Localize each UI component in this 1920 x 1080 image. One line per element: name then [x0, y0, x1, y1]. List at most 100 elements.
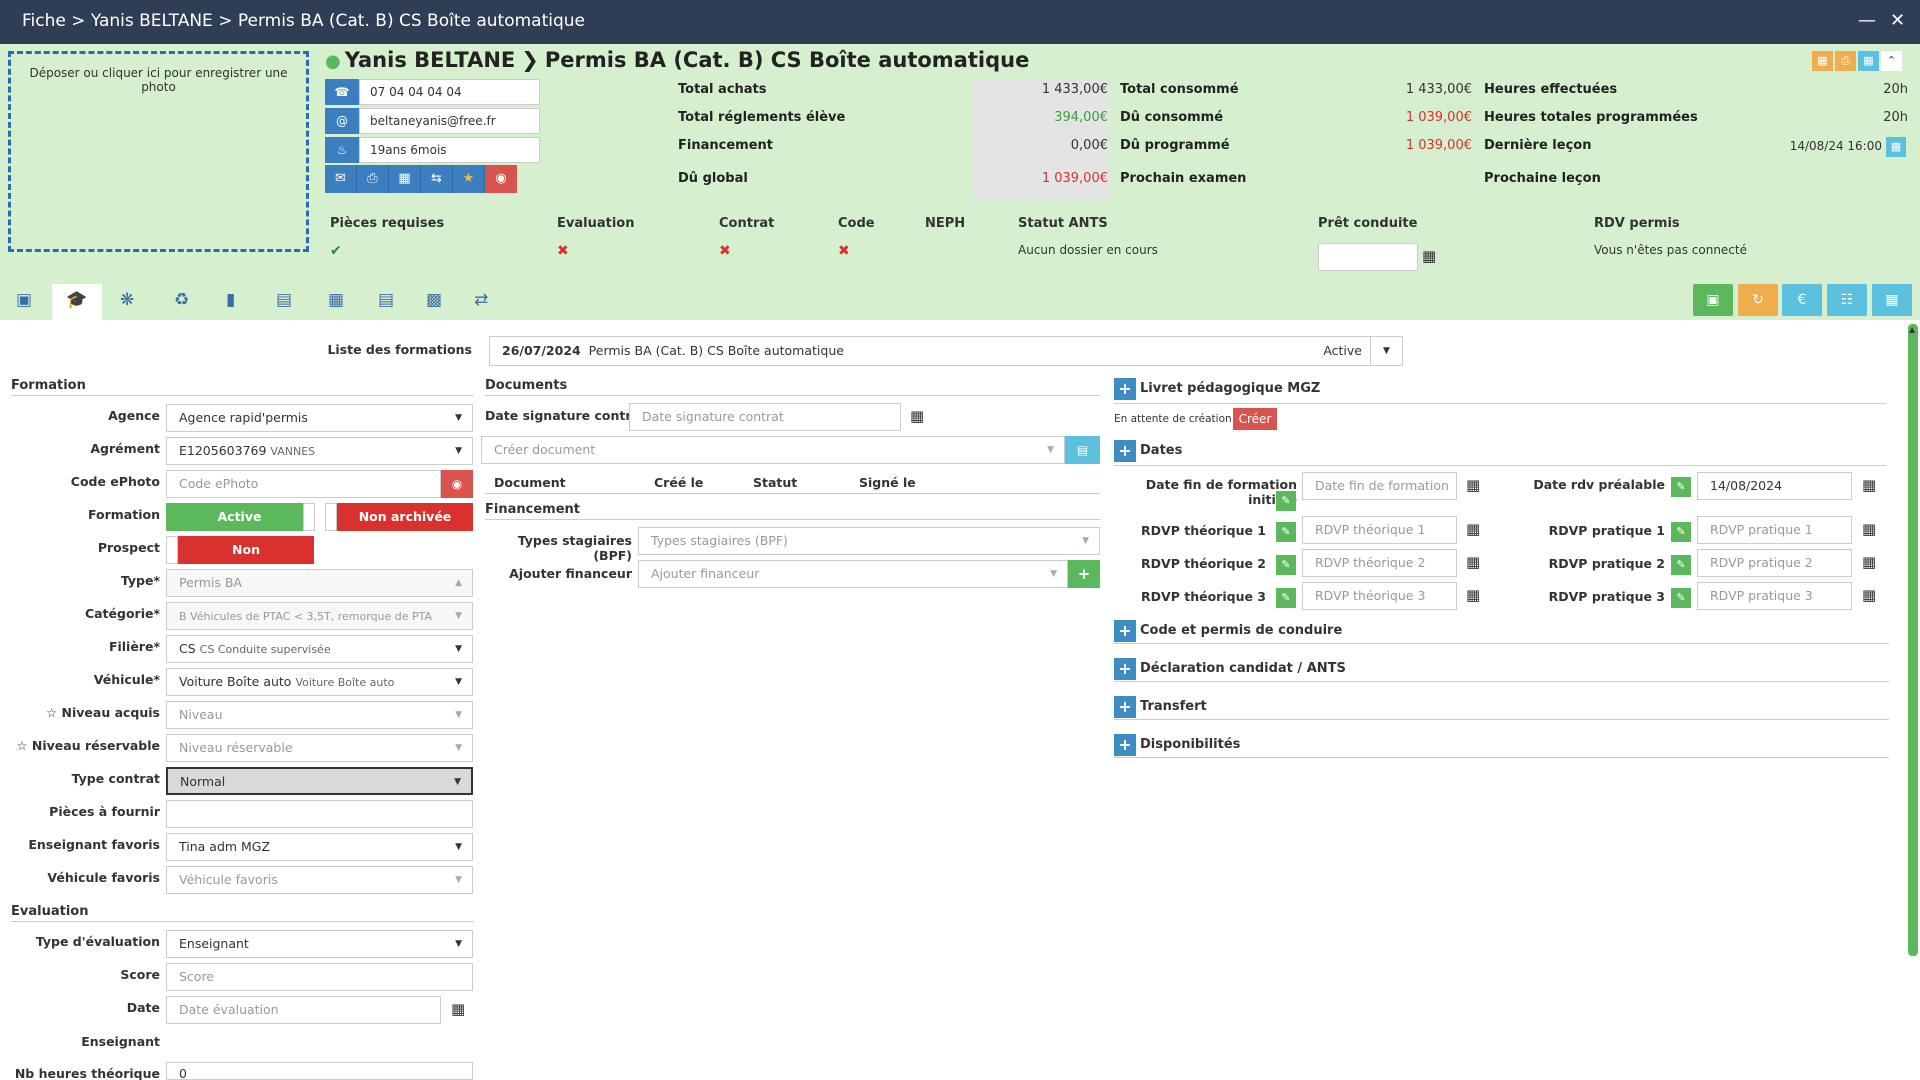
contrat-select[interactable]: Normal ▼ [166, 767, 473, 795]
niveau-res-select[interactable]: Niveau réservable ▼ [166, 734, 473, 762]
phone-value[interactable]: 07 04 04 04 04 [359, 79, 540, 105]
pret-conduite-input[interactable] [1318, 243, 1418, 271]
date-sig-input[interactable]: Date signature contrat [629, 403, 901, 431]
star-icon[interactable]: ★ [453, 165, 485, 193]
livret-title[interactable]: Livret pédagogique MGZ [1140, 381, 1320, 396]
cart-icon[interactable]: ☷ [1827, 284, 1867, 316]
plus-icon[interactable]: + [1114, 378, 1136, 400]
retweet-icon[interactable]: ⇆ [421, 165, 453, 193]
calendar-icon[interactable]: ▦ [1862, 476, 1876, 494]
ephoto-input[interactable]: Code ePhoto [166, 470, 441, 498]
pencil-icon[interactable]: ✎ [1671, 588, 1691, 608]
formation-archive-toggle[interactable]: Non archivée [337, 503, 473, 531]
mail-icon[interactable]: ✉ [325, 165, 357, 193]
pencil-icon[interactable]: ✎ [1671, 555, 1691, 575]
save-icon[interactable]: ▣ [1693, 284, 1733, 316]
camera-icon[interactable]: ◉ [441, 470, 473, 498]
filiere-select[interactable]: CS CS Conduite supervisée ▼ [166, 635, 473, 663]
print-icon[interactable]: ⎙ [357, 165, 389, 193]
tab-book-icon[interactable]: ▮ [226, 290, 235, 310]
close-icon[interactable]: ✕ [1890, 10, 1905, 31]
euro-icon[interactable]: € [1782, 284, 1822, 316]
tab-file-icon[interactable]: ▤ [378, 290, 394, 310]
rdvp-prat-input[interactable]: RDVP pratique 3 [1697, 582, 1852, 610]
calendar-icon[interactable]: ▦ [1466, 476, 1480, 494]
photo-dropzone[interactable]: Déposer ou cliquer ici pour enregistrer … [8, 51, 309, 252]
rdvp-prat-input[interactable]: RDVP pratique 1 [1697, 516, 1852, 544]
accordion-code-permis[interactable]: Code et permis de conduire [1140, 623, 1342, 638]
scrollbar[interactable] [1908, 324, 1918, 956]
calendar-icon[interactable]: ▦ [1872, 284, 1912, 316]
calendar-icon[interactable]: ▦ [1466, 586, 1480, 604]
tab-graduation-icon[interactable]: 🎓 [66, 290, 87, 310]
calendar-icon[interactable]: ▦ [451, 1000, 465, 1018]
formation-active-toggle[interactable]: Active [166, 503, 313, 531]
prospect-toggle[interactable]: Non [178, 536, 314, 564]
creer-button[interactable]: Créer [1233, 408, 1277, 430]
type-select[interactable]: Permis BA ▲ [166, 569, 473, 597]
print-icon[interactable]: ⎙ [1835, 51, 1856, 71]
eval-type-select[interactable]: Enseignant ▼ [166, 930, 473, 958]
score-input[interactable]: Score [166, 963, 473, 991]
pencil-icon[interactable]: ✎ [1276, 555, 1296, 575]
niveau-select[interactable]: Niveau ▼ [166, 701, 473, 729]
creer-document-select[interactable]: Créer document ▼ [481, 436, 1065, 464]
tab-calculator-icon[interactable]: ▦ [328, 290, 344, 310]
clipboard-icon[interactable]: ▦ [389, 165, 421, 193]
categorie-select[interactable]: B Véhicules de PTAC < 3,5T, remorque de … [166, 602, 473, 630]
fin-formation-input[interactable]: Date fin de formation [1302, 472, 1457, 500]
tab-contact-icon[interactable]: ▣ [16, 290, 32, 310]
camera-icon[interactable]: ◉ [485, 165, 517, 193]
plus-icon[interactable]: + [1114, 696, 1136, 718]
chevron-down-icon[interactable]: ▼ [1370, 337, 1402, 365]
calendar-icon[interactable]: ▦ [1466, 553, 1480, 571]
dates-title[interactable]: Dates [1140, 443, 1182, 458]
plus-icon[interactable]: + [1114, 440, 1136, 462]
pencil-icon[interactable]: ✎ [1276, 522, 1296, 542]
pencil-icon[interactable]: ✎ [1276, 491, 1296, 511]
plus-icon[interactable]: + [1114, 620, 1136, 642]
plus-icon[interactable]: + [1068, 560, 1100, 588]
plus-icon[interactable]: + [1114, 658, 1136, 680]
accordion-declaration[interactable]: Déclaration candidat / ANTS [1140, 661, 1346, 676]
enseignant-select[interactable]: Tina adm MGZ ▼ [166, 833, 473, 861]
accordion-disponibilites[interactable]: Disponibilités [1140, 737, 1240, 752]
rdvp-theo-input[interactable]: RDVP théorique 2 [1302, 549, 1457, 577]
tab-exchange-icon[interactable]: ⇄ [474, 290, 488, 310]
tab-open-book-icon[interactable]: ▩ [426, 290, 442, 310]
pencil-icon[interactable]: ✎ [1671, 522, 1691, 542]
vehicule-select[interactable]: Voiture Boîte auto Voiture Boîte auto ▼ [166, 668, 473, 696]
clipboard-icon[interactable]: ▦ [1812, 51, 1833, 71]
eval-date-input[interactable]: Date évaluation [166, 996, 441, 1024]
calendar-icon[interactable]: ▦ [1422, 247, 1436, 265]
calendar-icon[interactable]: ▦ [1862, 520, 1876, 538]
email-value[interactable]: beltaneyanis@free.fr [359, 108, 540, 134]
minus-icon[interactable]: — [1858, 10, 1876, 31]
calendar-icon[interactable]: ▦ [1862, 586, 1876, 604]
calendar-icon[interactable]: ▦ [1466, 520, 1480, 538]
formation-list-select[interactable]: 26/07/2024 Permis BA (Cat. B) CS Boîte a… [489, 336, 1403, 366]
agrement-select[interactable]: E1205603769 VANNES ▼ [166, 437, 473, 465]
tab-cubes-icon[interactable]: ❋ [120, 290, 134, 310]
tab-bank-icon[interactable]: ♻ [174, 290, 189, 310]
scroll-up-icon[interactable]: ▲ [1909, 325, 1915, 334]
calendar-icon[interactable]: ▦ [1858, 51, 1879, 71]
pencil-icon[interactable]: ✎ [1671, 477, 1691, 497]
folder-open-icon[interactable]: ▤ [1065, 436, 1100, 464]
refresh-icon[interactable]: ↻ [1738, 284, 1778, 316]
vehicule-fav-select[interactable]: Véhicule favoris ▼ [166, 866, 473, 894]
types-select[interactable]: Types stagiaires (BPF) ▼ [638, 527, 1100, 555]
rdv-prealable-input[interactable]: 14/08/2024 [1697, 472, 1852, 500]
calendar-icon[interactable]: ▦ [1886, 137, 1906, 157]
nb-heures-input[interactable]: 0 [166, 1062, 473, 1080]
agence-select[interactable]: Agence rapid'permis ▼ [166, 404, 473, 432]
rdvp-theo-input[interactable]: RDVP théorique 3 [1302, 582, 1457, 610]
accordion-transfert[interactable]: Transfert [1140, 699, 1207, 714]
pieces-input[interactable] [166, 800, 473, 828]
tab-id-card-icon[interactable]: ▤ [276, 290, 292, 310]
ajouter-select[interactable]: Ajouter financeur ▼ [638, 560, 1068, 588]
calendar-icon[interactable]: ▦ [910, 407, 924, 425]
calendar-icon[interactable]: ▦ [1862, 553, 1876, 571]
plus-icon[interactable]: + [1114, 734, 1136, 756]
rdvp-prat-input[interactable]: RDVP pratique 2 [1697, 549, 1852, 577]
